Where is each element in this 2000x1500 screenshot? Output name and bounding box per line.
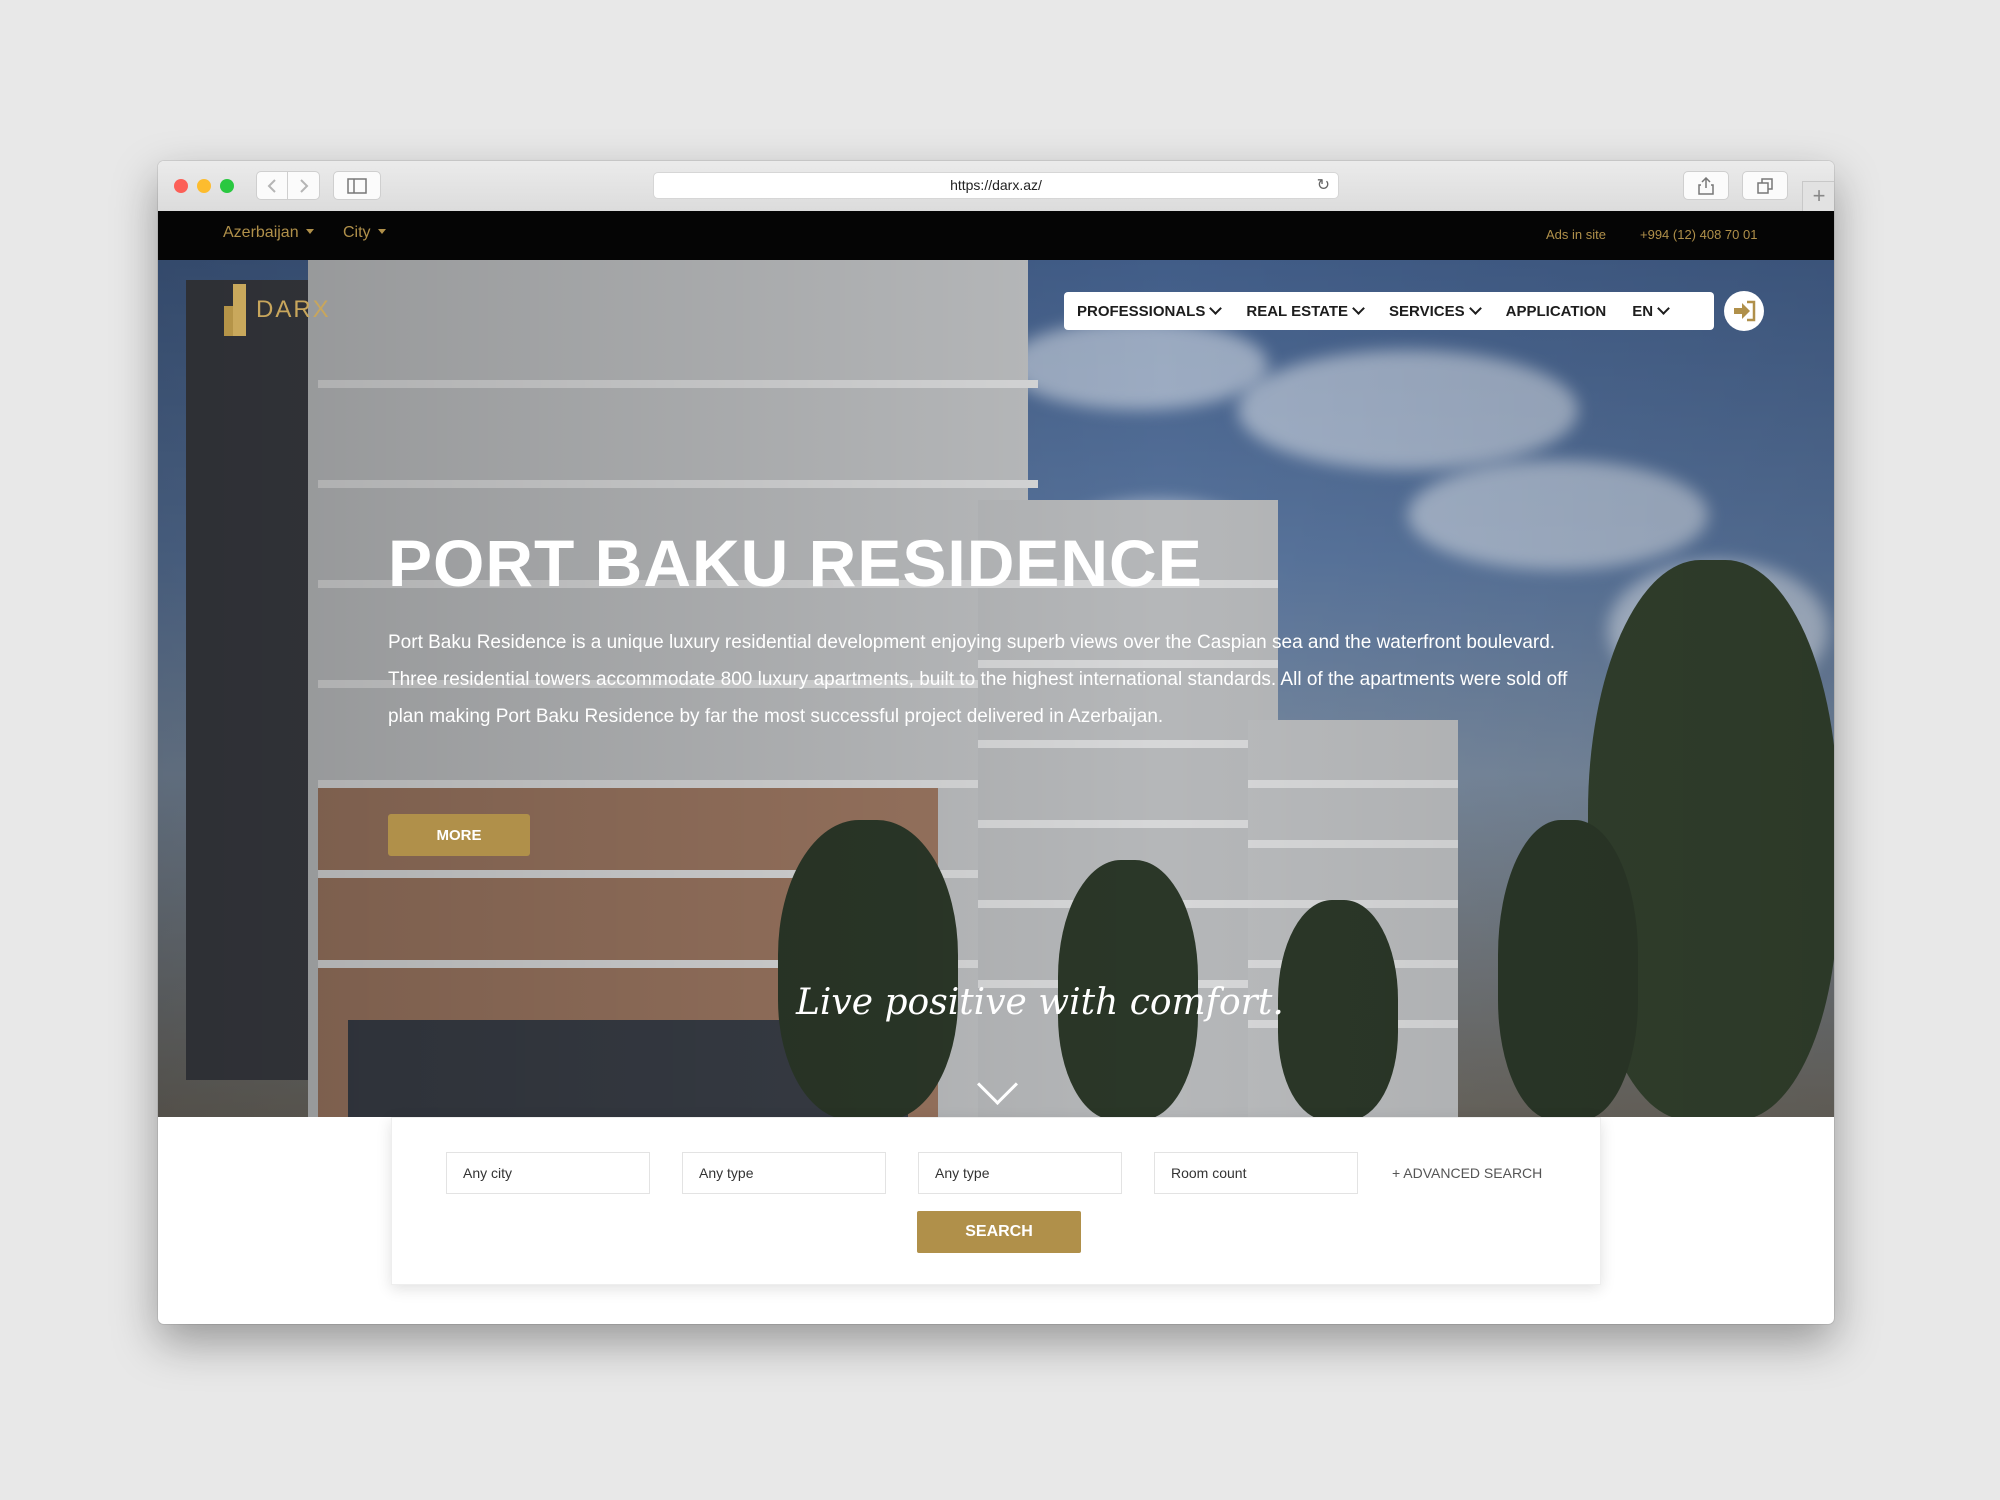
url-text: https://darx.az/: [950, 177, 1042, 193]
chevron-down-icon: [1209, 302, 1223, 315]
chevron-left-icon: [267, 178, 276, 193]
nav-application[interactable]: APPLICATION: [1506, 303, 1607, 320]
chevron-down-icon: [1468, 302, 1482, 315]
sign-in-icon: [1734, 300, 1756, 322]
forward-button[interactable]: [288, 171, 320, 200]
caret-down-icon: [377, 229, 386, 234]
hero-title: PORT BAKU RESIDENCE: [388, 526, 1203, 600]
nav-real-estate[interactable]: REAL ESTATE: [1246, 302, 1365, 320]
country-label: Azerbaijan: [223, 224, 299, 241]
logo-mark-icon: [224, 284, 250, 336]
minimize-window-button[interactable]: [197, 179, 211, 193]
hero-description: Port Baku Residence is a unique luxury r…: [388, 632, 1568, 727]
search-button[interactable]: SEARCH: [917, 1211, 1081, 1253]
browser-window: https://darx.az/ ↻ + Azerbaijan City Ads…: [158, 161, 1834, 1324]
browser-toolbar: https://darx.az/ ↻ +: [158, 161, 1834, 212]
nav-item-label: REAL ESTATE: [1246, 302, 1349, 320]
ads-link[interactable]: Ads in site: [1546, 227, 1606, 242]
nav-item-label: APPLICATION: [1505, 302, 1607, 320]
share-button[interactable]: [1683, 171, 1729, 200]
darx-logo[interactable]: DARX: [224, 284, 331, 336]
nav-services[interactable]: SERVICES: [1389, 302, 1482, 320]
listing-type-select[interactable]: Any type: [918, 1152, 1122, 1194]
main-navigation: PROFESSIONALS REAL ESTATE SERVICES APPLI…: [1064, 292, 1714, 330]
city-label: City: [343, 224, 371, 241]
address-bar[interactable]: https://darx.az/ ↻: [653, 172, 1339, 199]
more-button[interactable]: MORE: [388, 814, 530, 856]
property-type-select[interactable]: Any type: [682, 1152, 886, 1194]
login-button[interactable]: [1724, 291, 1764, 331]
share-icon: [1698, 176, 1714, 195]
hero-slogan: Live positive with comfort.: [796, 982, 1284, 1023]
new-tab-button[interactable]: +: [1802, 181, 1834, 212]
hero-section: DARX PROFESSIONALS REAL ESTATE SERVICES …: [158, 260, 1834, 1117]
language-label: EN: [1632, 302, 1654, 320]
chevron-down-icon: [1352, 302, 1365, 315]
property-search-panel: Any city Any type Any type Room count + …: [391, 1117, 1601, 1285]
logo-text: DARX: [256, 296, 331, 323]
room-count-select[interactable]: Room count: [1154, 1152, 1358, 1194]
nav-item-label: SERVICES: [1389, 302, 1465, 320]
country-dropdown[interactable]: Azerbaijan: [223, 224, 314, 242]
language-selector[interactable]: EN: [1632, 302, 1670, 320]
site-topbar: Azerbaijan City Ads in site +994 (12) 40…: [158, 211, 1834, 260]
sidebar-icon: [347, 177, 367, 194]
advanced-search-link[interactable]: + ADVANCED SEARCH: [1392, 1165, 1542, 1181]
chevron-right-icon: [299, 178, 308, 193]
caret-down-icon: [305, 229, 314, 234]
plus-icon: +: [1812, 183, 1826, 208]
zoom-window-button[interactable]: [220, 179, 234, 193]
sidebar-toggle-button[interactable]: [333, 171, 381, 200]
city-select[interactable]: Any city: [446, 1152, 650, 1194]
nav-item-label: PROFESSIONALS: [1077, 302, 1206, 320]
show-tabs-button[interactable]: [1742, 171, 1788, 200]
city-dropdown[interactable]: City: [343, 224, 386, 242]
phone-link[interactable]: +994 (12) 408 70 01: [1640, 227, 1757, 242]
close-window-button[interactable]: [174, 179, 188, 193]
back-button[interactable]: [256, 171, 288, 200]
tabs-icon: [1757, 177, 1773, 194]
chevron-down-icon: [1657, 302, 1670, 315]
reload-icon[interactable]: ↻: [1317, 173, 1330, 198]
nav-professionals[interactable]: PROFESSIONALS: [1077, 302, 1223, 320]
